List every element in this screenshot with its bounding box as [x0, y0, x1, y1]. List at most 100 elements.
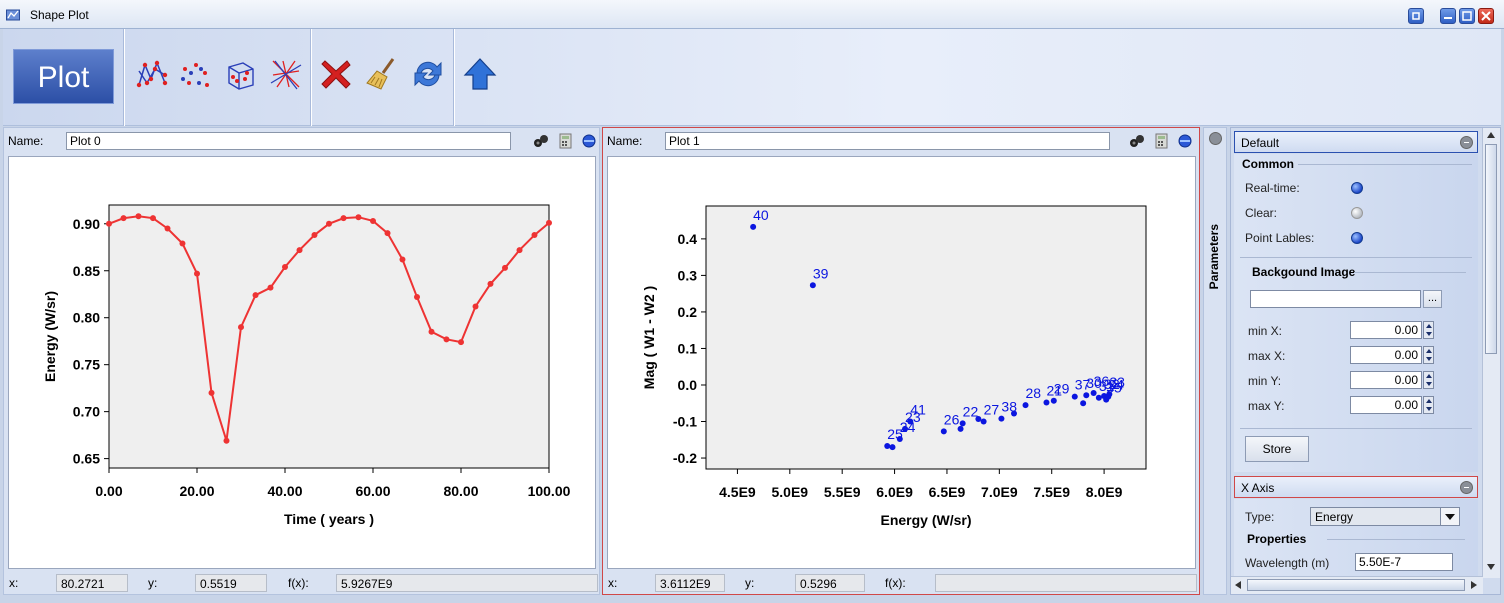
maximize-button[interactable] — [1459, 8, 1475, 24]
data-point — [399, 256, 406, 263]
min-x-spinner[interactable] — [1423, 321, 1434, 339]
x-tick-label: 7.0E9 — [981, 484, 1018, 500]
blue-gem-icon[interactable] — [1177, 133, 1193, 149]
point-label: 40 — [753, 207, 769, 223]
minimize-button[interactable] — [1440, 8, 1456, 24]
clear-toggle[interactable] — [1351, 207, 1363, 219]
data-point — [940, 428, 947, 435]
data-point — [750, 223, 757, 230]
data-point — [889, 444, 896, 451]
plot-canvas[interactable]: 0.65 0.70 0.75 0.80 0.85 0.90 0.00 20.00 40.00 60… — [8, 156, 596, 569]
max-x-spinner[interactable] — [1423, 346, 1434, 364]
max-y-input[interactable] — [1350, 396, 1422, 414]
scatter-plot-icon[interactable] — [179, 57, 213, 91]
data-point — [1095, 394, 1102, 401]
chevron-down-icon[interactable] — [1440, 508, 1459, 525]
up-arrow-icon[interactable] — [463, 57, 497, 91]
vertical-scrollbar[interactable] — [1482, 128, 1500, 578]
plot-button[interactable]: Plot — [13, 49, 114, 104]
binoculars-icon[interactable] — [533, 133, 549, 149]
scroll-up-icon[interactable] — [1487, 132, 1495, 138]
fx-label: f(x): — [288, 576, 309, 590]
wavelength-input[interactable] — [1355, 553, 1453, 571]
scroll-down-icon[interactable] — [1487, 564, 1495, 570]
min-y-input[interactable] — [1350, 371, 1422, 389]
data-point — [975, 415, 982, 422]
x-tick-label: 0.00 — [95, 483, 122, 499]
refresh-icon[interactable] — [411, 57, 445, 91]
x-axis-section-header[interactable]: X Axis — [1234, 476, 1478, 498]
plot-panel-1: Name: 0.4 0.3 0.2 0.1 0.0 -0.1 -0.2 4.5E9 5.0E9 5… — [602, 127, 1200, 595]
scroll-right-icon[interactable] — [1471, 581, 1477, 589]
type-label: Type: — [1245, 510, 1275, 524]
plot-name-bar: Name: — [603, 128, 1199, 154]
collapse-icon[interactable] — [1460, 136, 1473, 149]
scroll-left-icon[interactable] — [1235, 581, 1241, 589]
pin-button[interactable] — [1408, 8, 1424, 24]
point-label: 22 — [963, 403, 979, 419]
data-point — [907, 418, 914, 425]
data-point — [164, 225, 171, 232]
y-tick-label: 0.2 — [678, 304, 698, 320]
point-label: 41 — [910, 402, 926, 418]
point-label: 33 — [1109, 374, 1125, 390]
blue-gem-icon[interactable] — [581, 133, 597, 149]
point-label: 26 — [944, 411, 960, 427]
plot-canvas[interactable]: 0.4 0.3 0.2 0.1 0.0 -0.1 -0.2 4.5E9 5.0E9 5.5E9 6.… — [607, 156, 1196, 569]
x-tick-label: 80.00 — [443, 483, 478, 499]
y-tick-label: 0.80 — [73, 310, 100, 326]
close-button[interactable] — [1478, 8, 1494, 24]
horizontal-scrollbar[interactable] — [1231, 576, 1483, 594]
cube-plot-icon[interactable] — [223, 57, 257, 91]
x-tick-label: 6.0E9 — [876, 484, 913, 500]
realtime-toggle[interactable] — [1351, 182, 1363, 194]
cross-lines-icon[interactable] — [269, 57, 303, 91]
min-x-input[interactable] — [1350, 321, 1422, 339]
x-tick-label: 20.00 — [179, 483, 214, 499]
scroll-thumb[interactable] — [1485, 144, 1497, 354]
plot-name-input[interactable] — [665, 132, 1110, 150]
plot-name-input[interactable] — [66, 132, 511, 150]
browse-button[interactable]: ... — [1423, 290, 1442, 308]
collapse-icon[interactable] — [1209, 132, 1222, 145]
toolbar: Plot — [3, 29, 1501, 126]
scroll-thumb[interactable] — [1247, 579, 1465, 591]
point-labels-toggle[interactable] — [1351, 232, 1363, 244]
max-x-label: max X: — [1248, 349, 1286, 363]
y-tick-label: 0.0 — [678, 377, 698, 393]
data-point — [957, 425, 964, 432]
type-select[interactable]: Energy — [1310, 507, 1460, 526]
x-tick-label: 8.0E9 — [1086, 484, 1123, 500]
min-y-spinner[interactable] — [1423, 371, 1434, 389]
realtime-label: Real-time: — [1245, 181, 1300, 195]
clear-broom-icon[interactable] — [365, 57, 399, 91]
store-button[interactable]: Store — [1245, 436, 1309, 462]
wavelength-label: Wavelength (m) — [1245, 556, 1330, 570]
data-point — [326, 220, 332, 227]
binoculars-icon[interactable] — [1129, 133, 1145, 149]
line-chart[interactable]: 0.65 0.70 0.75 0.80 0.85 0.90 0.00 20.00 40.00 60… — [9, 157, 595, 568]
collapse-icon[interactable] — [1460, 481, 1473, 494]
min-x-label: min X: — [1248, 324, 1283, 338]
calculator-icon[interactable] — [558, 133, 574, 149]
data-point — [150, 215, 156, 222]
calculator-icon[interactable] — [1154, 133, 1170, 149]
data-point — [516, 247, 523, 254]
max-x-input[interactable] — [1350, 346, 1422, 364]
y-tick-label: 0.85 — [73, 263, 100, 279]
point-label: 27 — [984, 402, 1000, 418]
scatter-chart[interactable]: 0.4 0.3 0.2 0.1 0.0 -0.1 -0.2 4.5E9 5.0E9 5.5E9 6.… — [608, 157, 1195, 568]
line-plot-icon[interactable] — [135, 57, 169, 91]
fx-value — [935, 574, 1197, 592]
toolbar-separator — [310, 29, 312, 126]
x-label: x: — [608, 576, 618, 590]
data-point — [998, 415, 1005, 422]
data-point — [340, 215, 347, 222]
max-y-spinner[interactable] — [1423, 396, 1434, 414]
y-tick-label: -0.1 — [673, 414, 697, 430]
delete-icon[interactable] — [319, 57, 353, 91]
status-bar: x: 80.2721 y: 0.5519 f(x): 5.9267E9 — [4, 572, 599, 594]
parameters-strip[interactable]: Parameters — [1203, 127, 1227, 595]
default-section-header[interactable]: Default — [1234, 131, 1478, 153]
background-image-path-input[interactable] — [1250, 290, 1421, 308]
